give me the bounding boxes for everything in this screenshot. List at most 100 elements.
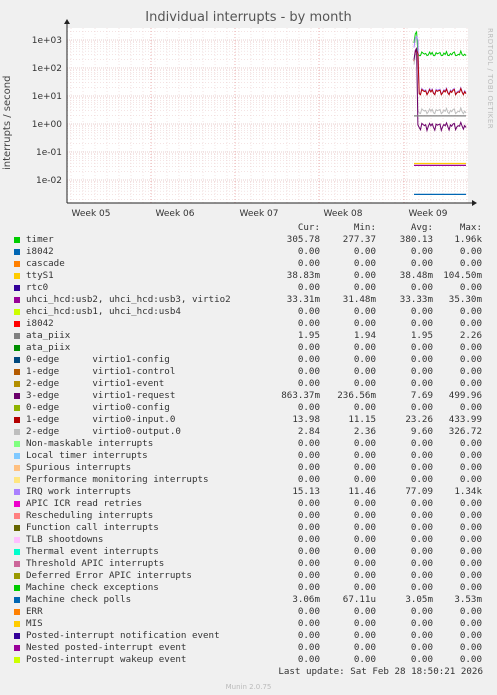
- series-name: Posted-interrupt notification event: [26, 630, 220, 641]
- x-tick-label: Week 07: [240, 209, 279, 219]
- series-name: 2-edge virtio0-output.0: [26, 426, 181, 437]
- legend-row: Thermal event interrupts 0.00 0.00 0.00 0.00: [0, 546, 497, 558]
- legend-swatch: [14, 321, 20, 327]
- value-max: 0.00: [459, 630, 482, 641]
- legend-swatch: [14, 537, 20, 543]
- x-tick-label: Week 08: [324, 209, 363, 219]
- legend-row: 2-edge virtio0-output.0 2.84 2.36 9.60 326.7…: [0, 426, 497, 438]
- value-max: 433.99: [448, 414, 482, 425]
- legend-row: timer 305.78 277.37 380.13 1.96k: [0, 234, 497, 246]
- legend-row: i8042 0.00 0.00 0.00 0.00: [0, 318, 497, 330]
- series-name: uhci_hcd:usb2, uhci_hcd:usb3, virtio2: [26, 294, 231, 305]
- value-max: 0.00: [459, 318, 482, 329]
- legend-row: Non-maskable interrupts 0.00 0.00 0.00 0.00: [0, 438, 497, 450]
- legend-swatch: [14, 429, 20, 435]
- legend-row: 3-edge virtio1-request 863.37m 236.56m 7.69…: [0, 390, 497, 402]
- legend-swatch: [14, 621, 20, 627]
- series-name: 0-edge virtio0-config: [26, 402, 170, 413]
- value-max: 0.00: [459, 282, 482, 293]
- series-name: Rescheduling interrupts: [26, 510, 154, 521]
- legend-row: Spurious interrupts 0.00 0.00 0.00 0.00: [0, 462, 497, 474]
- value-max: 2.26: [459, 330, 482, 341]
- legend-row: ERR 0.00 0.00 0.00 0.00: [0, 606, 497, 618]
- legend-swatch: [14, 297, 20, 303]
- legend-row: Machine check polls 3.06m 67.11u 3.05m 3.53m: [0, 594, 497, 606]
- series-name: Local timer interrupts: [26, 450, 148, 461]
- y-tick-label: 1e+00: [32, 120, 63, 130]
- series-name: ERR: [26, 606, 43, 617]
- series-name: Posted-interrupt wakeup event: [26, 654, 187, 665]
- series-name: Spurious interrupts: [26, 462, 132, 473]
- legend-row: 0-edge virtio0-config 0.00 0.00 0.00 0.00: [0, 402, 497, 414]
- value-max: 0.00: [459, 306, 482, 317]
- value-max: 0.00: [459, 570, 482, 581]
- value-max: 0.00: [459, 378, 482, 389]
- series-name: Performance monitoring interrupts: [26, 474, 209, 485]
- legend-row: 1-edge virtio0-input.0 13.98 11.15 23.26 433…: [0, 414, 497, 426]
- y-tick-label: 1e+02: [32, 64, 62, 74]
- x-tick-label: Week 09: [409, 209, 448, 219]
- series-name: 1-edge virtio0-input.0: [26, 414, 176, 425]
- legend-row: APIC ICR read retries 0.00 0.00 0.00 0.00: [0, 498, 497, 510]
- value-max: 35.30m: [448, 294, 482, 305]
- series-name: Non-maskable interrupts: [26, 438, 154, 449]
- legend-swatch: [14, 645, 20, 651]
- legend-swatch: [14, 273, 20, 279]
- header-max: Max:: [459, 222, 482, 233]
- legend-row: cascade 0.00 0.00 0.00 0.00: [0, 258, 497, 270]
- value-max: 0.00: [459, 582, 482, 593]
- plot-area: 1e-02 1e-01 1e+00 1e+01 1e+02 1e+03 Week 05 Wee…: [32, 19, 477, 219]
- legend-row: Posted-interrupt notification event 0.00 0…: [0, 630, 497, 642]
- series-name: timer: [26, 234, 54, 245]
- legend-row: TLB shootdowns 0.00 0.00 0.00 0.00: [0, 534, 497, 546]
- value-max: 0.00: [459, 402, 482, 413]
- series-name: APIC ICR read retries: [26, 498, 143, 509]
- legend-row: MIS 0.00 0.00 0.00 0.00: [0, 618, 497, 630]
- value-max: 0.00: [459, 606, 482, 617]
- legend-swatch: [14, 501, 20, 507]
- legend-swatch: [14, 453, 20, 459]
- series-name: ehci_hcd:usb1, uhci_hcd:usb4: [26, 306, 181, 317]
- legend-swatch: [14, 441, 20, 447]
- legend-swatch: [14, 633, 20, 639]
- legend-row: Deferred Error APIC interrupts 0.00 0.00 0.…: [0, 570, 497, 582]
- legend-swatch: [14, 465, 20, 471]
- value-max: 0.00: [459, 618, 482, 629]
- series-name: i8042: [26, 318, 54, 329]
- value-max: 0.00: [459, 354, 482, 365]
- legend-row: Threshold APIC interrupts 0.00 0.00 0.00 0.0…: [0, 558, 497, 570]
- value-max: 0.00: [459, 438, 482, 449]
- legend-swatch: [14, 405, 20, 411]
- legend-row: 0-edge virtio1-config 0.00 0.00 0.00 0.00: [0, 354, 497, 366]
- value-max: 0.00: [459, 258, 482, 269]
- legend-row: Function call interrupts 0.00 0.00 0.00 0.00: [0, 522, 497, 534]
- legend-row: ttyS1 38.83m 0.00 38.48m 104.50m: [0, 270, 497, 282]
- value-max: 0.00: [459, 450, 482, 461]
- value-max: 0.00: [459, 510, 482, 521]
- value-max: 0.00: [459, 654, 482, 665]
- legend-row: ata_piix 0.00 0.00 0.00 0.00: [0, 342, 497, 354]
- legend-row: ehci_hcd:usb1, uhci_hcd:usb4 0.00 0.00 0.00…: [0, 306, 497, 318]
- series-name: Machine check exceptions: [26, 582, 159, 593]
- legend-swatch: [14, 597, 20, 603]
- legend-row: rtc0 0.00 0.00 0.00 0.00: [0, 282, 497, 294]
- value-max: 0.00: [459, 474, 482, 485]
- legend-header: Cur: Min: Avg: Max:: [0, 222, 497, 234]
- value-max: 499.96: [448, 390, 482, 401]
- series-name: 3-edge virtio1-request: [26, 390, 176, 401]
- legend-swatch: [14, 333, 20, 339]
- x-tick-label: Week 05: [72, 209, 111, 219]
- legend-row: IRQ work interrupts 15.13 11.46 77.09 1.34k: [0, 486, 497, 498]
- legend-swatch: [14, 585, 20, 591]
- legend-swatch: [14, 237, 20, 243]
- legend-swatch: [14, 657, 20, 663]
- y-tick-label: 1e+03: [32, 36, 62, 46]
- legend-swatch: [14, 489, 20, 495]
- y-tick-label: 1e-02: [36, 176, 62, 186]
- series-name: Function call interrupts: [26, 522, 159, 533]
- legend-row: Rescheduling interrupts 0.00 0.00 0.00 0.00: [0, 510, 497, 522]
- value-max: 0.00: [459, 462, 482, 473]
- series-name: 0-edge virtio1-config: [26, 354, 170, 365]
- munin-version: Munin 2.0.75: [225, 683, 272, 691]
- legend-swatch: [14, 573, 20, 579]
